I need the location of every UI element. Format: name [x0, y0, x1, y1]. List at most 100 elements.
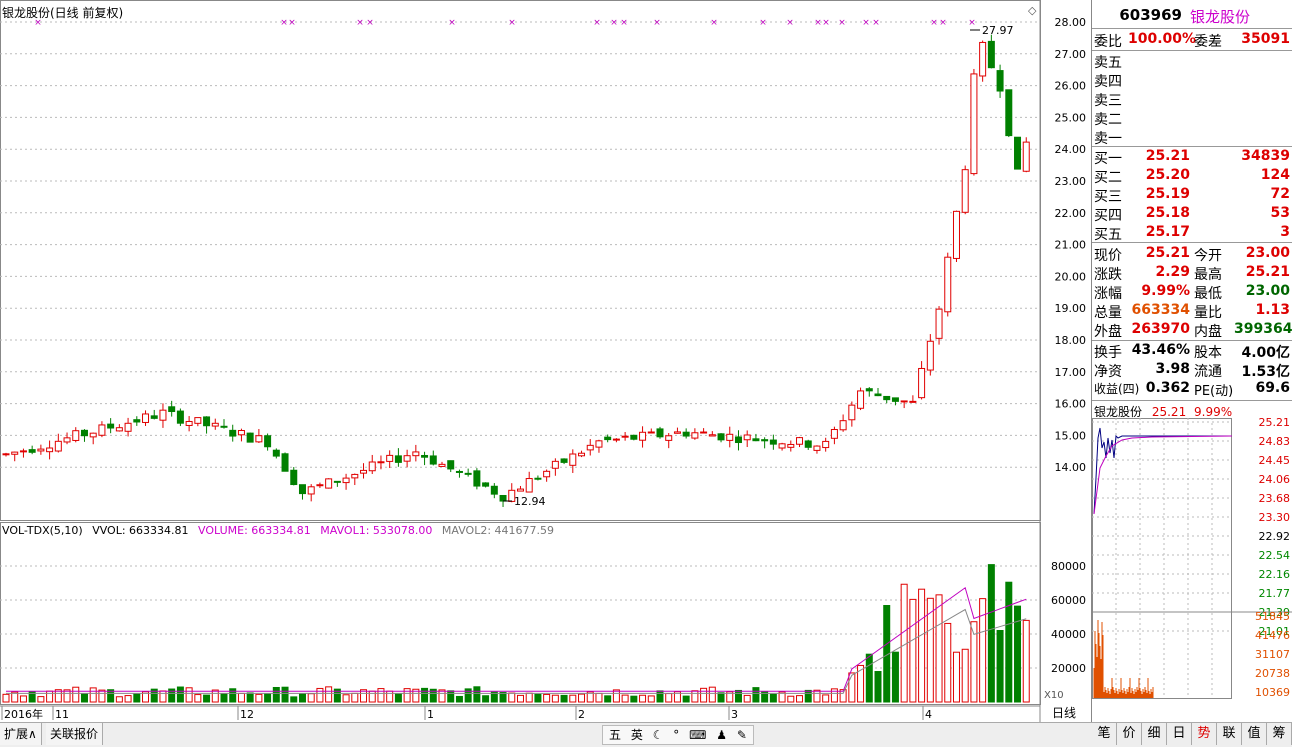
- x-axis-label: 2016年: [4, 707, 43, 721]
- stat-label: 今开: [1194, 248, 1222, 264]
- candle-body: [569, 453, 577, 466]
- panel-tab-4[interactable]: 势: [1192, 723, 1217, 745]
- candle-body: [63, 437, 71, 443]
- volume-bar: [682, 695, 690, 703]
- panel-tab-2[interactable]: 细: [1142, 723, 1167, 745]
- volume-bar: [325, 686, 333, 703]
- candle-body: [368, 461, 376, 472]
- buy-row-5[interactable]: 买五 25.17 3: [1094, 224, 1290, 243]
- keyboard-icon[interactable]: ⌨: [689, 728, 706, 742]
- panel-tab-6[interactable]: 值: [1242, 723, 1267, 745]
- candle-body: [307, 486, 315, 495]
- intraday-mini-chart[interactable]: 25.21 24.83 24.45 24.06 23.68 23.30 22.92 22.54…: [1092, 418, 1292, 718]
- kline-chart-svg[interactable]: 28.00 27.00 26.00 25.00 24.00 23.00 22.00 21.00…: [0, 0, 1090, 722]
- y-tick-label: 17.00: [1055, 366, 1087, 379]
- volume-bar: [133, 693, 141, 703]
- volume-bar: [700, 687, 708, 703]
- buy-row-3[interactable]: 买三 25.19 72: [1094, 186, 1290, 205]
- expand-tab[interactable]: 扩展∧: [0, 723, 42, 745]
- signal-marker: ×: [593, 18, 601, 28]
- user-icon[interactable]: ♟: [716, 728, 727, 742]
- volume-bar: [569, 694, 577, 703]
- candle-body: [255, 435, 263, 443]
- candle-body: [403, 455, 411, 462]
- candle-body: [682, 431, 690, 437]
- kline-chart-area[interactable]: 28.00 27.00 26.00 25.00 24.00 23.00 22.00 21.00…: [0, 0, 1090, 722]
- volume-bar: [656, 690, 664, 703]
- candle-body: [534, 477, 542, 480]
- period-label: 日线: [1052, 706, 1076, 720]
- y-tick-label: 15.00: [1055, 429, 1087, 442]
- ime-english[interactable]: 英: [631, 728, 643, 742]
- buy-row-2[interactable]: 买二 25.20 124: [1094, 167, 1290, 186]
- volume-bar: [630, 695, 638, 703]
- fundamental-row: 换手 43.46% 股本 4.00亿: [1094, 342, 1290, 361]
- volume-bar: [290, 696, 298, 703]
- wrench-icon[interactable]: ✎: [737, 728, 747, 742]
- volume-bar: [1022, 619, 1030, 703]
- candle-body: [1014, 136, 1022, 170]
- candle-body: [360, 469, 368, 474]
- stat-row: 涨幅 9.99% 最低 23.00: [1094, 283, 1290, 302]
- candle-body: [54, 440, 62, 452]
- stat-label: 量比: [1194, 305, 1222, 321]
- volume-bar: [787, 695, 795, 703]
- sell-row-3: 卖三: [1094, 90, 1290, 109]
- buy-row-4[interactable]: 买四 25.18 53: [1094, 205, 1290, 224]
- volume-bar: [499, 691, 507, 703]
- volume-bar: [848, 672, 856, 703]
- candle-body: [813, 445, 821, 451]
- diamond-icon: ◇: [1028, 4, 1037, 17]
- candle-body: [246, 432, 254, 443]
- candle-body: [944, 256, 952, 313]
- candle-body: [804, 440, 812, 448]
- x-axis-label: 1: [427, 708, 434, 721]
- volume-bar: [368, 690, 376, 703]
- volume-bar: [952, 651, 960, 703]
- candle-body: [298, 484, 306, 495]
- dot-icon[interactable]: °: [673, 728, 679, 742]
- candle-body: [604, 436, 612, 441]
- panel-tab-0[interactable]: 笔: [1092, 723, 1117, 745]
- candle-body: [691, 432, 699, 439]
- candle-body: [194, 417, 202, 424]
- stat-label: 最高: [1194, 267, 1222, 283]
- volume-bar: [621, 694, 629, 703]
- candle-body: [429, 455, 437, 465]
- volume-bar: [691, 690, 699, 703]
- mini-price-tick: 22.54: [1259, 549, 1291, 562]
- mini-price-tick: 25.21: [1259, 418, 1291, 429]
- signal-marker: ×: [822, 18, 830, 28]
- volume-bar: [717, 692, 725, 703]
- volume-bar: [647, 695, 655, 703]
- moon-icon[interactable]: ☾: [653, 728, 664, 742]
- volume-bar: [944, 622, 952, 703]
- panel-tab-1[interactable]: 价: [1117, 723, 1142, 745]
- ime-toolbar[interactable]: 五 英 ☾ ° ⌨ ♟ ✎: [602, 725, 754, 745]
- candle-body: [830, 429, 838, 439]
- mini-title: 银龙股份: [1094, 405, 1143, 419]
- panel-tab-7[interactable]: 筹: [1267, 723, 1292, 745]
- ime-wubi[interactable]: 五: [609, 728, 621, 742]
- related-quote-tab[interactable]: 关联报价: [46, 723, 104, 745]
- stat-value: 25.21: [1145, 245, 1190, 261]
- panel-tab-3[interactable]: 日: [1167, 723, 1192, 745]
- panel-tab-5[interactable]: 联: [1217, 723, 1242, 745]
- candle-body: [673, 431, 681, 434]
- y-tick-label: 21.00: [1055, 239, 1087, 252]
- buy-volume: 53: [1270, 205, 1290, 221]
- buy-row-1[interactable]: 买一 25.21 34839: [1094, 148, 1290, 167]
- fund-label: 股本: [1194, 345, 1222, 361]
- vol-tick-label: 40000: [1051, 628, 1086, 641]
- signal-marker: ×: [939, 18, 947, 28]
- volume-bar: [185, 687, 193, 703]
- volume-bar: [595, 692, 603, 703]
- candle-body: [264, 435, 272, 448]
- fund-label: 净资: [1094, 364, 1122, 380]
- stat-label: 外盘: [1094, 324, 1122, 340]
- y-tick-label: 20.00: [1055, 270, 1087, 283]
- volume-bar: [752, 687, 760, 703]
- vol-tick-label: 60000: [1051, 594, 1086, 607]
- y-tick-label: 19.00: [1055, 302, 1087, 315]
- stat-value: 399364: [1234, 321, 1292, 337]
